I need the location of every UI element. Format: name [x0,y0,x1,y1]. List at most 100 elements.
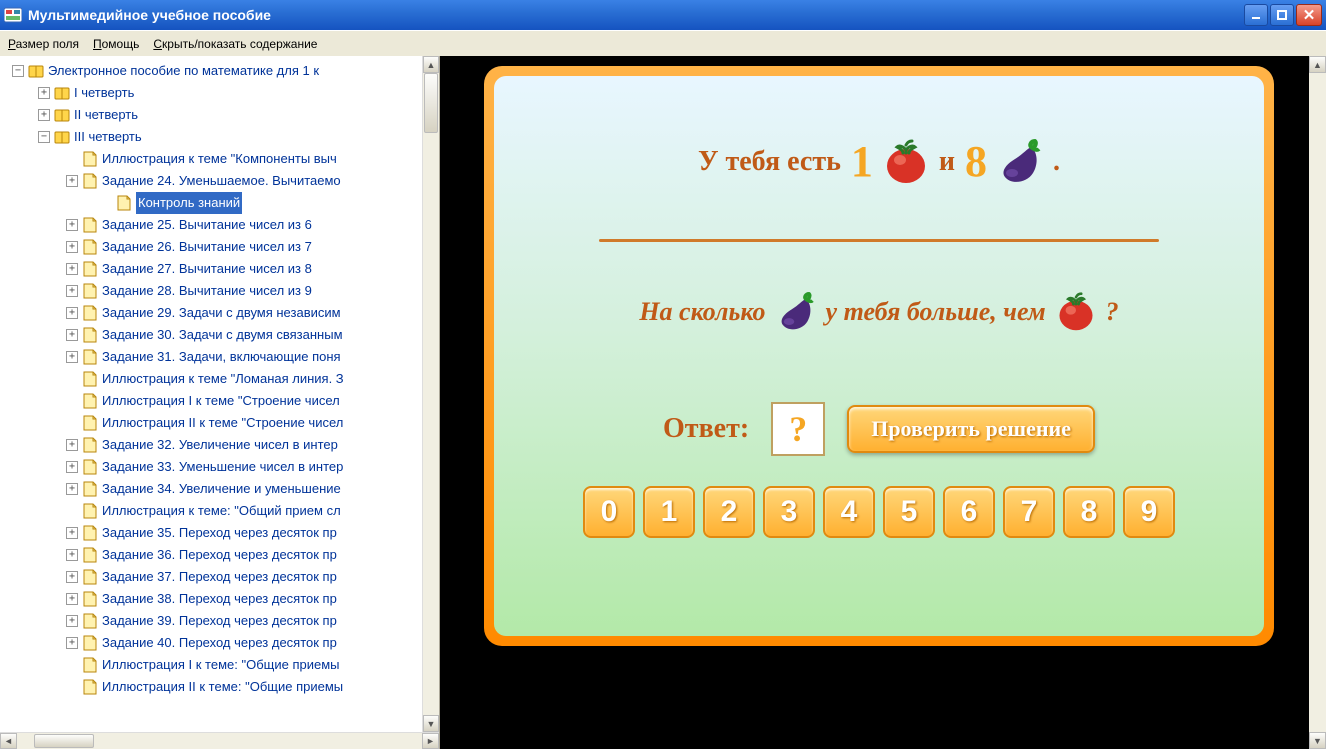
digit-button-0[interactable]: 0 [583,486,635,538]
expand-icon[interactable]: + [66,637,78,649]
expand-icon[interactable]: + [38,87,50,99]
digit-button-9[interactable]: 9 [1123,486,1175,538]
tree-spacer [66,681,78,693]
expand-icon[interactable]: + [66,307,78,319]
exercise-line-1: У тебя есть 1 и 8 . [698,136,1060,187]
tree-item-label: Задание 35. Переход через десяток пр [102,522,337,544]
check-answer-button[interactable]: Проверить решение [847,405,1095,453]
scroll-down-icon[interactable]: ▼ [1309,732,1326,749]
expand-icon[interactable]: + [66,175,78,187]
tree-item[interactable]: +Задание 27. Вычитание чисел из 8 [4,258,439,280]
expand-icon[interactable]: + [66,285,78,297]
scrollbar-thumb[interactable] [424,73,438,133]
window-titlebar: Мультимедийное учебное пособие [0,0,1326,30]
digit-button-3[interactable]: 3 [763,486,815,538]
tree-item[interactable]: +Задание 25. Вычитание чисел из 6 [4,214,439,236]
tree-item[interactable]: +Задание 34. Увеличение и уменьшение [4,478,439,500]
tree-item[interactable]: Иллюстрация к теме "Компоненты выч [4,148,439,170]
tree-root[interactable]: − Электронное пособие по математике для … [4,60,439,82]
tree-quarter-1[interactable]: + I четверть [4,82,439,104]
expand-icon[interactable]: + [66,461,78,473]
expand-icon[interactable]: + [66,439,78,451]
scroll-up-icon[interactable]: ▲ [423,56,439,73]
tree-horizontal-scrollbar[interactable]: ◄ ► [0,732,439,749]
digit-button-7[interactable]: 7 [1003,486,1055,538]
tree-item[interactable]: +Задание 39. Переход через десяток пр [4,610,439,632]
tree-item[interactable]: +Задание 37. Переход через десяток пр [4,566,439,588]
expand-icon[interactable]: + [66,219,78,231]
tree-item-label: Иллюстрация I к теме "Строение чисел [102,390,340,412]
close-button[interactable] [1296,4,1322,26]
tree-item[interactable]: Иллюстрация II к теме "Строение чисел [4,412,439,434]
expand-icon[interactable]: + [66,549,78,561]
tree-item[interactable]: +Задание 38. Переход через десяток пр [4,588,439,610]
tree-item[interactable]: + Задание 35. Переход через десяток пр [4,522,439,544]
scrollbar-thumb[interactable] [34,734,94,748]
page-icon [82,679,98,695]
tree-item[interactable]: +Задание 32. Увеличение чисел в интер [4,434,439,456]
page-icon [82,569,98,585]
collapse-icon[interactable]: − [38,131,50,143]
contents-tree[interactable]: − Электронное пособие по математике для … [0,56,439,732]
maximize-button[interactable] [1270,4,1294,26]
expand-icon[interactable]: + [66,351,78,363]
menu-help[interactable]: Помощь [93,37,139,51]
digit-button-6[interactable]: 6 [943,486,995,538]
tree-item[interactable]: +Задание 31. Задачи, включающие поня [4,346,439,368]
tree-item-label: Иллюстрация II к теме "Строение чисел [102,412,343,434]
text: У тебя есть [698,146,841,178]
tree-item[interactable]: +Задание 36. Переход через десяток пр [4,544,439,566]
page-icon [82,261,98,277]
expand-icon[interactable]: + [66,241,78,253]
tree-vertical-scrollbar[interactable]: ▲ ▼ [422,56,439,732]
tree-item[interactable]: Иллюстрация к теме: "Общий прием сл [4,500,439,522]
tomato-icon [1056,292,1096,332]
expand-icon[interactable]: + [66,483,78,495]
tree-item[interactable]: + Задание 24. Уменьшаемое. Вычитаемо [4,170,439,192]
expand-icon[interactable]: + [66,571,78,583]
page-icon [82,547,98,563]
expand-icon[interactable]: + [66,593,78,605]
digit-button-4[interactable]: 4 [823,486,875,538]
tree-root-label: Электронное пособие по математике для 1 … [48,60,319,82]
minimize-button[interactable] [1244,4,1268,26]
tree-item[interactable]: Иллюстрация к теме "Ломаная линия. З [4,368,439,390]
tomato-icon [883,139,929,185]
menu-toggle-contents[interactable]: Скрыть/показать содержание [153,37,317,51]
tree-item-label: Задание 24. Уменьшаемое. Вычитаемо [102,170,341,192]
digit-button-2[interactable]: 2 [703,486,755,538]
tree-item-label: Иллюстрация к теме "Компоненты выч [102,148,337,170]
tree-item[interactable]: +Задание 40. Переход через десяток пр [4,632,439,654]
expand-icon[interactable]: + [38,109,50,121]
tree-item[interactable]: Иллюстрация I к теме: "Общие приемы [4,654,439,676]
tree-quarter-2[interactable]: + II четверть [4,104,439,126]
scroll-left-icon[interactable]: ◄ [0,733,17,749]
expand-icon[interactable]: + [66,527,78,539]
digit-button-8[interactable]: 8 [1063,486,1115,538]
scroll-up-icon[interactable]: ▲ [1309,56,1326,73]
tree-item[interactable]: +Задание 26. Вычитание чисел из 7 [4,236,439,258]
expand-icon[interactable]: + [66,263,78,275]
expand-icon[interactable]: + [66,615,78,627]
collapse-icon[interactable]: − [12,65,24,77]
tree-item[interactable]: Иллюстрация I к теме "Строение чисел [4,390,439,412]
tree-item[interactable]: +Задание 33. Уменьшение чисел в интер [4,456,439,478]
tree-item[interactable]: +Задание 28. Вычитание чисел из 9 [4,280,439,302]
expand-icon[interactable]: + [66,329,78,341]
scroll-right-icon[interactable]: ► [422,733,439,749]
menu-field-size[interactable]: Размер поля [8,37,79,51]
page-icon [82,415,98,431]
tree-quarter-3[interactable]: − III четверть [4,126,439,148]
tree-item[interactable]: +Задание 30. Задачи с двумя связанным [4,324,439,346]
scroll-down-icon[interactable]: ▼ [423,715,439,732]
tree-item[interactable]: +Задание 29. Задачи с двумя независим [4,302,439,324]
answer-row: Ответ: ? Проверить решение [663,402,1095,456]
tree-item[interactable]: Иллюстрация II к теме: "Общие приемы [4,676,439,698]
text: На сколько [639,297,765,327]
book-icon [28,63,44,79]
content-vertical-scrollbar[interactable]: ▲ ▼ [1309,56,1326,749]
digit-button-1[interactable]: 1 [643,486,695,538]
tree-item[interactable]: Контроль знаний [4,192,439,214]
answer-input[interactable]: ? [771,402,825,456]
digit-button-5[interactable]: 5 [883,486,935,538]
